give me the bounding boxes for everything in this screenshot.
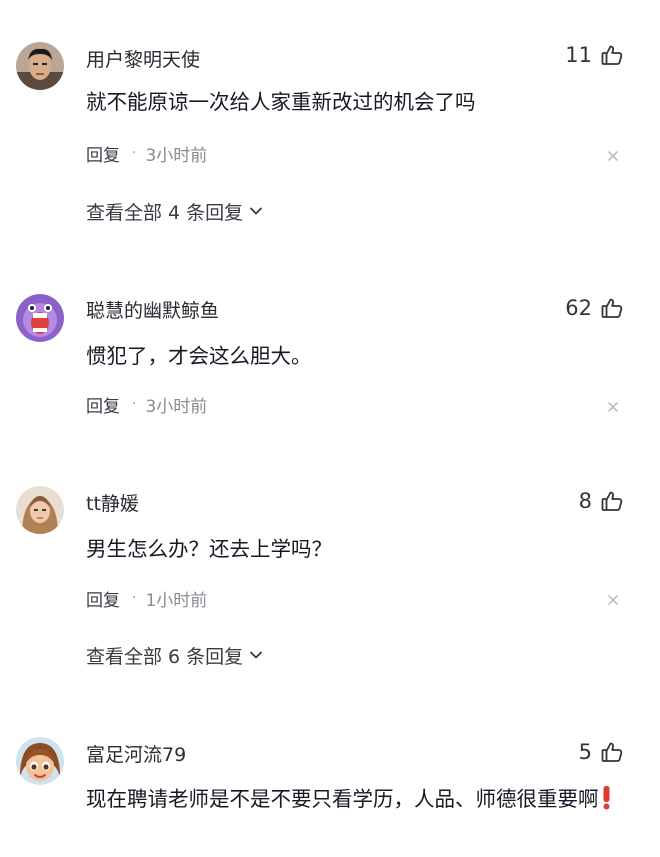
thumbs-up-icon[interactable] [600, 296, 624, 320]
separator-dot: · [132, 145, 137, 161]
avatar[interactable] [16, 294, 64, 342]
like-count: 11 [565, 43, 592, 67]
username[interactable]: 用户黎明天使 [86, 45, 200, 72]
thumbs-up-icon[interactable] [600, 43, 624, 67]
timestamp: 1小时前 [145, 590, 208, 611]
reply-button[interactable]: 回复 [86, 586, 120, 611]
comment-meta: 回复 · 1小时前 [86, 586, 208, 611]
like-count: 62 [565, 296, 592, 320]
chevron-down-icon [249, 650, 263, 660]
view-replies-label: 查看全部 4 条回复 [86, 201, 244, 224]
like-button[interactable]: 5 [579, 740, 624, 764]
chevron-down-icon [249, 206, 263, 216]
like-button[interactable]: 11 [565, 43, 624, 67]
comment-text-content: 现在聘请老师是不是不要只看学历，人品、师德很重要啊 [86, 787, 599, 811]
username[interactable]: 富足河流79 [86, 740, 186, 767]
reply-button[interactable]: 回复 [86, 392, 120, 417]
like-button[interactable]: 8 [579, 489, 624, 513]
close-icon[interactable] [606, 593, 620, 607]
thumbs-up-icon[interactable] [600, 740, 624, 764]
comment-text: 就不能原谅一次给人家重新改过的机会了吗 [86, 90, 476, 114]
like-button[interactable]: 62 [565, 296, 624, 320]
view-replies-label: 查看全部 6 条回复 [86, 645, 244, 668]
comment-text: 男生怎么办？还去上学吗？ [86, 537, 332, 561]
red-exclamation-icon [602, 785, 611, 810]
reply-button[interactable]: 回复 [86, 141, 120, 166]
username[interactable]: 聪慧的幽默鲸鱼 [86, 296, 219, 323]
separator-dot: · [132, 396, 137, 412]
comment-meta: 回复 · 3小时前 [86, 141, 208, 166]
avatar[interactable] [16, 737, 64, 785]
timestamp: 3小时前 [145, 145, 208, 166]
timestamp: 3小时前 [145, 396, 208, 417]
comment-text: 惯犯了，才会这么胆大。 [86, 344, 312, 368]
separator-dot: · [132, 590, 137, 606]
view-all-replies-button[interactable]: 查看全部 4 条回复 [86, 197, 263, 225]
avatar[interactable] [16, 42, 64, 90]
close-icon[interactable] [606, 400, 620, 414]
comment-meta: 回复 · 3小时前 [86, 392, 208, 417]
view-all-replies-button[interactable]: 查看全部 6 条回复 [86, 641, 263, 669]
like-count: 8 [578, 489, 592, 513]
comment-text: 现在聘请老师是不是不要只看学历，人品、师德很重要啊 [86, 783, 626, 816]
close-icon[interactable] [606, 149, 620, 163]
thumbs-up-icon[interactable] [600, 489, 624, 513]
username[interactable]: tt静媛 [86, 489, 139, 516]
avatar[interactable] [16, 486, 64, 534]
like-count: 5 [578, 740, 592, 764]
comment-list: 用户黎明天使 11 就不能原谅一次给人家重新改过的机会了吗 回复 · 3小时前 … [0, 0, 660, 857]
